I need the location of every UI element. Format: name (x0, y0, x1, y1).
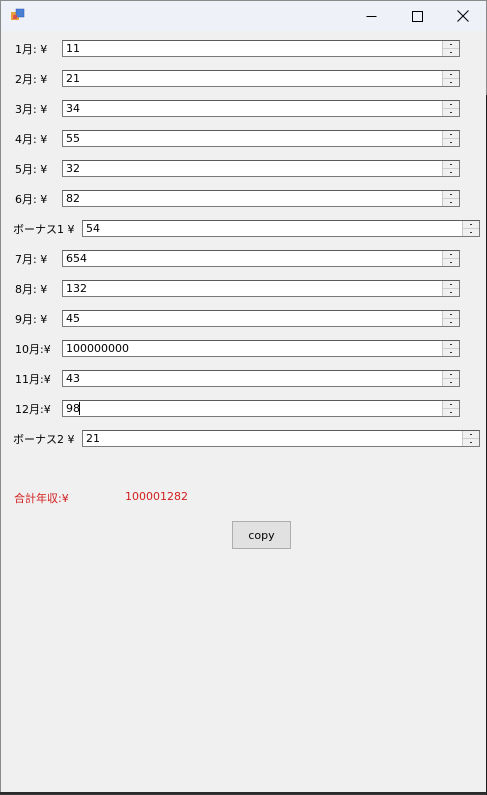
spin-up-icon[interactable] (443, 281, 459, 289)
spin-up-icon[interactable] (443, 401, 459, 409)
app-window: 1月: ¥ 11 2月: ¥ 21 3月: ¥ 34 4月: ¥ 55 5月: ¥ 32 6月: ¥… (0, 0, 487, 794)
total-income-value: 100001282 (125, 490, 188, 503)
maximize-icon (411, 10, 423, 22)
spin-down-icon[interactable] (463, 439, 479, 446)
spin-up-icon[interactable] (443, 251, 459, 259)
minimize-button[interactable] (348, 1, 394, 31)
field-label: 6月: ¥ (15, 193, 48, 206)
spin-buttons (442, 71, 459, 86)
numeric-updown[interactable]: 45 (62, 310, 460, 327)
field-label: ボーナス2 ¥ (13, 433, 75, 446)
spin-down-icon[interactable] (443, 379, 459, 386)
numeric-updown[interactable]: 82 (62, 190, 460, 207)
field-label: ボーナス1 ¥ (13, 223, 75, 236)
field-label: 9月: ¥ (15, 313, 48, 326)
numeric-updown[interactable]: 54 (82, 220, 480, 237)
spin-up-icon[interactable] (443, 341, 459, 349)
field-label: 10月:¥ (15, 343, 51, 356)
minimize-icon (366, 15, 376, 17)
spin-down-icon[interactable] (443, 109, 459, 116)
total-income-label: 合計年収:¥ (14, 492, 69, 505)
field-label: 12月:¥ (15, 403, 51, 416)
spin-buttons (442, 401, 459, 416)
copy-button[interactable]: copy (232, 521, 291, 549)
spin-buttons (442, 41, 459, 56)
form-client: 1月: ¥ 11 2月: ¥ 21 3月: ¥ 34 4月: ¥ 55 5月: ¥ 32 6月: ¥… (1, 31, 486, 793)
numeric-value[interactable]: 21 (66, 72, 80, 86)
numeric-value[interactable]: 45 (66, 312, 80, 326)
field-label: 3月: ¥ (15, 103, 48, 116)
spin-up-icon[interactable] (463, 431, 479, 439)
spin-down-icon[interactable] (443, 259, 459, 266)
spin-buttons (442, 341, 459, 356)
spin-buttons (442, 101, 459, 116)
field-label: 5月: ¥ (15, 163, 48, 176)
numeric-updown[interactable]: 32 (62, 160, 460, 177)
spin-down-icon[interactable] (443, 289, 459, 296)
close-icon (457, 10, 469, 22)
spin-buttons (462, 431, 479, 446)
numeric-value[interactable]: 100000000 (66, 342, 129, 356)
numeric-value[interactable]: 21 (86, 432, 100, 446)
field-label: 1月: ¥ (15, 43, 48, 56)
spin-down-icon[interactable] (443, 139, 459, 146)
numeric-value[interactable]: 82 (66, 192, 80, 206)
spin-down-icon[interactable] (463, 229, 479, 236)
spin-buttons (442, 131, 459, 146)
numeric-value[interactable]: 654 (66, 252, 87, 266)
close-button[interactable] (440, 1, 486, 31)
numeric-updown[interactable]: 21 (62, 70, 460, 87)
spin-down-icon[interactable] (443, 319, 459, 326)
spin-up-icon[interactable] (443, 71, 459, 79)
spin-up-icon[interactable] (443, 131, 459, 139)
numeric-value[interactable]: 43 (66, 372, 80, 386)
text-caret (79, 402, 80, 415)
spin-buttons (442, 161, 459, 176)
spin-buttons (442, 281, 459, 296)
spin-buttons (442, 311, 459, 326)
spin-buttons (442, 251, 459, 266)
spin-down-icon[interactable] (443, 49, 459, 56)
spin-up-icon[interactable] (443, 191, 459, 199)
numeric-updown[interactable]: 98 (62, 400, 460, 417)
numeric-updown[interactable]: 43 (62, 370, 460, 387)
numeric-value[interactable]: 11 (66, 42, 80, 56)
spin-up-icon[interactable] (443, 161, 459, 169)
spin-down-icon[interactable] (443, 79, 459, 86)
spin-up-icon[interactable] (443, 311, 459, 319)
numeric-updown[interactable]: 11 (62, 40, 460, 57)
field-label: 8月: ¥ (15, 283, 48, 296)
field-label: 11月:¥ (15, 373, 51, 386)
numeric-updown[interactable]: 132 (62, 280, 460, 297)
numeric-value[interactable]: 98 (66, 402, 80, 416)
app-icon (11, 8, 25, 20)
spin-buttons (462, 221, 479, 236)
numeric-value[interactable]: 32 (66, 162, 80, 176)
numeric-value[interactable]: 132 (66, 282, 87, 296)
field-label: 7月: ¥ (15, 253, 48, 266)
numeric-value[interactable]: 55 (66, 132, 80, 146)
numeric-updown[interactable]: 21 (82, 430, 480, 447)
spin-down-icon[interactable] (443, 349, 459, 356)
spin-up-icon[interactable] (443, 101, 459, 109)
spin-down-icon[interactable] (443, 199, 459, 206)
spin-up-icon[interactable] (463, 221, 479, 229)
spin-down-icon[interactable] (443, 409, 459, 416)
numeric-updown[interactable]: 34 (62, 100, 460, 117)
spin-down-icon[interactable] (443, 169, 459, 176)
spin-up-icon[interactable] (443, 371, 459, 379)
numeric-updown[interactable]: 654 (62, 250, 460, 267)
maximize-button[interactable] (394, 1, 440, 31)
numeric-updown[interactable]: 100000000 (62, 340, 460, 357)
numeric-value[interactable]: 34 (66, 102, 80, 116)
numeric-value[interactable]: 54 (86, 222, 100, 236)
spin-buttons (442, 191, 459, 206)
field-label: 2月: ¥ (15, 73, 48, 86)
title-bar (1, 1, 486, 31)
spin-buttons (442, 371, 459, 386)
numeric-updown[interactable]: 55 (62, 130, 460, 147)
spin-up-icon[interactable] (443, 41, 459, 49)
field-label: 4月: ¥ (15, 133, 48, 146)
